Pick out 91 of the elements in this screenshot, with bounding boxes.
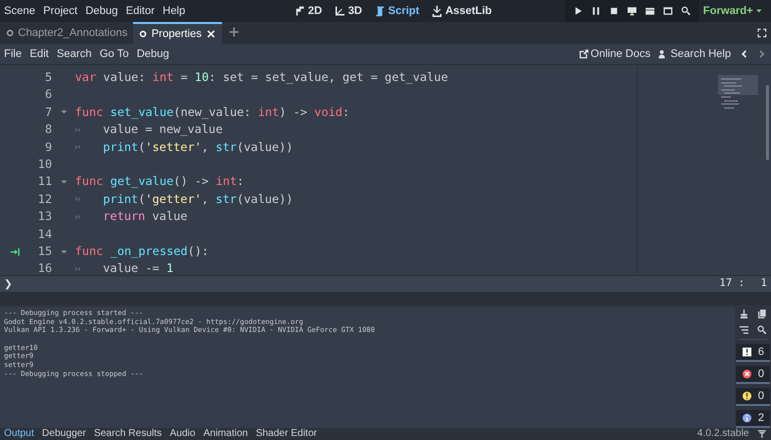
filter-toggle[interactable]: 2 — [736, 410, 770, 428]
search-icon[interactable] — [757, 325, 767, 335]
download-icon[interactable] — [431, 5, 444, 17]
menu-item[interactable]: Go To — [100, 46, 129, 62]
chevron-right-icon[interactable] — [757, 49, 767, 59]
line-number: 8 — [44, 121, 52, 138]
fold-arrow-icon[interactable] — [60, 178, 68, 186]
menu-item[interactable]: File — [4, 46, 22, 62]
workspace-tab[interactable]: 3D — [334, 2, 362, 20]
line-number: 16 — [36, 260, 52, 278]
fullscreen-icon[interactable] — [757, 28, 767, 38]
menu-item[interactable]: Project — [43, 2, 78, 20]
line-number: 14 — [36, 226, 52, 243]
fold-arrow-icon[interactable] — [60, 248, 68, 256]
filter-toggle[interactable]: 0 — [736, 388, 770, 406]
vector-icon[interactable] — [294, 5, 306, 17]
code-line: var value: int = 10: set = set_value, get = get_value — [75, 69, 448, 86]
stop-icon[interactable] — [609, 6, 620, 16]
filter-toggle[interactable]: 0 — [736, 366, 770, 384]
warning-icon[interactable] — [742, 391, 752, 401]
play-icon[interactable] — [573, 6, 584, 16]
code-line: print('setter', str(value)) — [103, 138, 294, 156]
info-icon[interactable] — [742, 413, 752, 423]
menu-item[interactable]: Search — [56, 46, 92, 62]
panel-toggle[interactable]: ❯ — [4, 276, 12, 292]
version-label: 4.0.2.stable — [697, 429, 749, 439]
pin-icon[interactable] — [757, 429, 767, 439]
filter-toggle[interactable]: 6 — [736, 344, 770, 362]
tab-marker-icon[interactable] — [75, 126, 81, 133]
workspace-tab[interactable]: 2D — [294, 2, 322, 20]
tab-marker-icon[interactable] — [75, 196, 81, 202]
filter-icon[interactable] — [739, 325, 749, 335]
cursor-position: 17 : — [719, 276, 745, 292]
renderer-dropdown[interactable]: Forward+ — [699, 2, 767, 20]
line-number: 9 — [44, 138, 52, 156]
add-icon[interactable] — [228, 26, 240, 38]
help-button[interactable]: Search Help — [658, 46, 731, 62]
pause-icon[interactable] — [591, 6, 602, 16]
close-icon[interactable] — [206, 29, 216, 39]
panel-tab[interactable]: Audio — [170, 429, 196, 439]
panel-tab[interactable]: Animation — [203, 429, 248, 439]
fold-arrow-icon[interactable] — [60, 108, 68, 116]
panel-tab[interactable]: Shader Editor — [256, 429, 317, 439]
broom-icon[interactable] — [739, 309, 749, 319]
line-number: 11 — [36, 173, 52, 190]
cursor-column: 1 — [760, 276, 767, 292]
line-number: 5 — [44, 69, 52, 86]
line-number: 6 — [44, 86, 52, 104]
scroll-icon[interactable] — [374, 5, 386, 17]
monitor-icon[interactable] — [627, 6, 638, 16]
code-line: func _on_pressed(): — [75, 242, 209, 260]
axes-icon[interactable] — [334, 5, 346, 17]
panel-tab[interactable]: Search Results — [94, 429, 162, 439]
tab-marker-icon[interactable] — [75, 214, 81, 220]
window-icon[interactable] — [663, 6, 674, 16]
code-line: func get_value() -> int: — [75, 173, 244, 190]
workspace-tab[interactable]: Script — [374, 2, 420, 20]
code-line: return value — [103, 208, 188, 226]
tab-marker-icon[interactable] — [75, 144, 81, 150]
menu-item[interactable]: Scene — [4, 2, 36, 20]
menu-item[interactable]: Debug — [136, 46, 170, 62]
error-icon[interactable] — [742, 369, 752, 379]
line-number: 12 — [36, 190, 52, 208]
line-number: 10 — [36, 156, 52, 173]
external-link-icon[interactable] — [578, 49, 589, 59]
file-tab[interactable]: Properties — [133, 22, 222, 44]
menu-item[interactable]: Help — [162, 2, 186, 20]
line-number: 15 — [36, 242, 52, 260]
chevron-left-icon[interactable] — [739, 49, 749, 59]
panel-tab[interactable]: Debugger — [42, 429, 86, 439]
file-tab[interactable]: Chapter2_Annotations — [0, 22, 134, 44]
line-number: 7 — [44, 104, 52, 121]
magnifier-icon[interactable] — [681, 6, 692, 16]
caret-icon[interactable] — [755, 7, 763, 15]
menu-item[interactable]: Edit — [30, 46, 49, 62]
menu-item[interactable]: Debug — [85, 2, 118, 20]
code-line: func set_value(new_value: int) -> void: — [75, 104, 350, 121]
scrollbar[interactable] — [766, 85, 769, 160]
code-line: value = new_value — [103, 121, 223, 138]
circle-icon[interactable] — [6, 29, 14, 37]
copy-icon[interactable] — [757, 309, 767, 319]
help-button[interactable]: Online Docs — [578, 46, 650, 62]
menu-item[interactable]: Editor — [126, 2, 155, 20]
panel-tab[interactable]: Output — [4, 429, 34, 439]
message-icon[interactable] — [742, 347, 752, 357]
code-line: value -= 1 — [103, 260, 174, 278]
line-number: 13 — [36, 208, 52, 226]
tab-marker-icon[interactable] — [75, 266, 81, 272]
signal-icon[interactable] — [10, 246, 20, 257]
code-line: print('getter', str(value)) — [103, 190, 294, 208]
workspace-tab[interactable]: AssetLib — [431, 2, 492, 20]
